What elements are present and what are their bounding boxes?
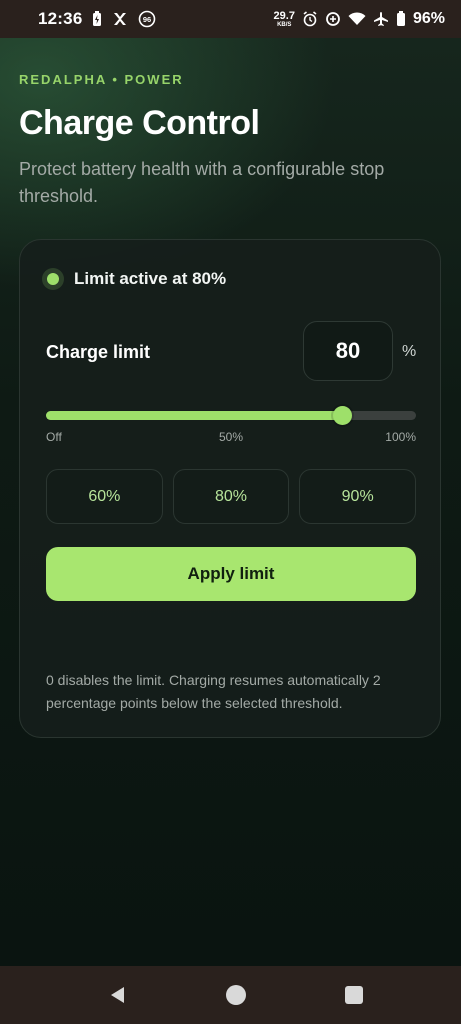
slider-ticks: Off 50% 100% <box>46 430 416 446</box>
preset-60-button[interactable]: 60% <box>46 469 163 524</box>
battery-icon <box>396 11 406 27</box>
app-screen: REDALPHA • POWER Charge Control Protect … <box>0 38 461 966</box>
status-dot-icon <box>42 268 64 290</box>
page-subtitle: Protect battery health with a configurab… <box>19 159 385 206</box>
eyebrow-label: REDALPHA • POWER <box>19 72 184 87</box>
slider-fill <box>46 411 342 420</box>
battery-percent: 96% <box>412 10 445 27</box>
status-text: Limit active at 80% <box>74 269 227 288</box>
charge-limit-slider[interactable] <box>46 405 416 427</box>
slider-mid-label: 50% <box>218 430 244 444</box>
recents-icon[interactable] <box>344 985 364 1005</box>
limit-status: Limit active at 80% <box>42 268 226 290</box>
charge-limit-input[interactable]: 80 <box>303 321 393 381</box>
charge-limit-card: Limit active at 80% Charge limit 80 % Of… <box>19 239 441 738</box>
alarm-icon <box>302 11 318 27</box>
clock: 12:36 <box>38 9 83 28</box>
battery-charging-icon <box>92 11 102 27</box>
data-saver-icon <box>325 11 341 27</box>
wifi-icon <box>348 12 366 26</box>
network-speed: 29.7 KB/S <box>273 9 295 28</box>
navigation-bar <box>0 966 461 1024</box>
svg-text:96: 96 <box>143 15 151 24</box>
page-title: Charge Control <box>19 104 260 142</box>
badge-96-icon: 96 <box>138 10 156 28</box>
back-icon[interactable] <box>108 985 128 1005</box>
slider-thumb[interactable] <box>333 406 352 425</box>
home-icon[interactable] <box>225 984 247 1006</box>
help-note: 0 disables the limit. Charging resumes a… <box>46 672 381 711</box>
charge-limit-label: Charge limit <box>46 342 151 362</box>
preset-buttons: 60% 80% 90% <box>46 469 417 524</box>
app-notification-icon <box>112 11 128 27</box>
preset-80-button[interactable]: 80% <box>172 469 290 524</box>
apply-limit-button[interactable]: Apply limit <box>46 547 416 601</box>
slider-max-label: 100% <box>385 430 416 444</box>
percent-unit: % <box>402 343 417 360</box>
slider-min-label: Off <box>46 430 62 444</box>
preset-90-button[interactable]: 90% <box>299 469 417 524</box>
airplane-icon <box>373 11 389 27</box>
status-bar: 12:36 96 29.7 KB/S 96% <box>0 0 461 38</box>
